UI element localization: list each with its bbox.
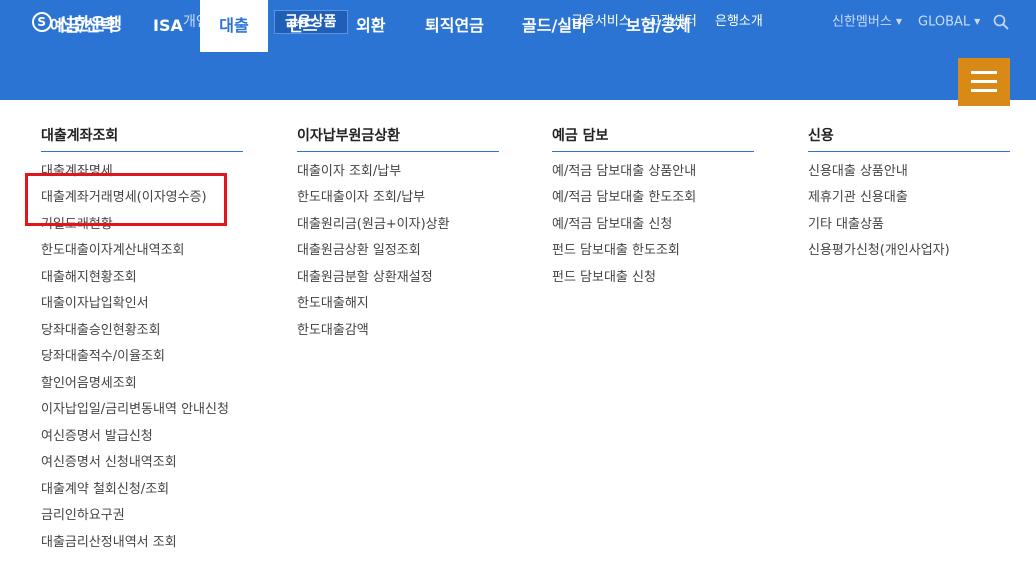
- nav-fund[interactable]: 펀드: [288, 0, 317, 52]
- menu-link[interactable]: 신용평가신청(개인사업자): [808, 242, 950, 260]
- shinhan-logo-mark-icon: S: [32, 12, 52, 32]
- link-bank-intro[interactable]: 은행소개: [715, 13, 763, 31]
- divider: [808, 151, 1010, 152]
- highlight-annotation-box: [25, 173, 227, 226]
- menu-link[interactable]: 한도대출이자 조회/납부: [297, 189, 425, 207]
- menu-button[interactable]: [958, 58, 1010, 106]
- menu-link[interactable]: 대출금리산정내역서 조회: [41, 534, 177, 552]
- nav-forex[interactable]: 외환: [356, 0, 385, 52]
- main-nav: [0, 48, 1036, 100]
- menu-link[interactable]: 금리인하요구권: [41, 507, 125, 525]
- members-dropdown[interactable]: 신한멤버스 ▼: [832, 13, 902, 32]
- menu-link[interactable]: 대출해지현황조회: [41, 269, 137, 287]
- col-title-deposit-collateral: 예금 담보: [552, 128, 609, 144]
- menu-link[interactable]: 여신증명서 발급신청: [41, 428, 153, 446]
- menu-link[interactable]: 기타 대출상품: [808, 216, 884, 234]
- menu-link[interactable]: 대출원금상환 일정조회: [297, 242, 421, 260]
- members-label: 신한멤버스: [832, 14, 892, 30]
- menu-link[interactable]: 대출이자 조회/납부: [297, 163, 401, 181]
- menu-link[interactable]: 펀드 담보대출 신청: [552, 269, 656, 287]
- nav-isa[interactable]: ISA: [153, 0, 183, 52]
- menu-link[interactable]: 대출원금분할 상환재설정: [297, 269, 433, 287]
- menu-link[interactable]: 예/적금 담보대출 상품안내: [552, 163, 696, 181]
- menu-link[interactable]: 대출이자납입확인서: [41, 295, 149, 313]
- menu-link[interactable]: 제휴기관 신용대출: [808, 189, 908, 207]
- menu-link[interactable]: 한도대출해지: [297, 295, 369, 313]
- menu-link[interactable]: 여신증명서 신청내역조회: [41, 454, 177, 472]
- menu-link[interactable]: 당좌대출적수/이율조회: [41, 348, 165, 366]
- menu-link[interactable]: 할인어음명세조회: [41, 375, 137, 393]
- menu-link[interactable]: 대출원리금(원금+이자)상환: [297, 216, 450, 234]
- global-dropdown[interactable]: GLOBAL ▼: [918, 13, 980, 32]
- nav-gold-silver[interactable]: 골드/실버: [522, 0, 587, 52]
- menu-link[interactable]: 한도대출감액: [297, 322, 369, 340]
- nav-retirement-pension[interactable]: 퇴직연금: [425, 0, 484, 52]
- nav-loan[interactable]: 대출: [200, 0, 268, 52]
- menu-link[interactable]: 펀드 담보대출 한도조회: [552, 242, 680, 260]
- menu-link[interactable]: 대출계약 철회신청/조회: [41, 481, 169, 499]
- menu-link[interactable]: 예/적금 담보대출 한도조회: [552, 189, 696, 207]
- menu-link[interactable]: 신용대출 상품안내: [808, 163, 908, 181]
- menu-link[interactable]: 이자납입일/금리변동내역 안내신청: [41, 401, 229, 419]
- menu-link[interactable]: 당좌대출승인현황조회: [41, 322, 161, 340]
- divider: [41, 151, 243, 152]
- col-title-credit: 신용: [808, 128, 834, 144]
- chevron-down-icon: ▼: [974, 17, 981, 26]
- hamburger-icon: [971, 71, 997, 74]
- chevron-down-icon: ▼: [895, 17, 902, 26]
- col-title-loan-account: 대출계좌조회: [41, 128, 119, 144]
- menu-link[interactable]: 예/적금 담보대출 신청: [552, 216, 672, 234]
- divider: [552, 151, 754, 152]
- menu-link[interactable]: 한도대출이자계산내역조회: [41, 242, 185, 260]
- hamburger-icon: [971, 80, 997, 83]
- col-title-interest-repayment: 이자납부원금상환: [297, 128, 401, 144]
- nav-deposit-trust[interactable]: 예금/신탁: [50, 0, 115, 52]
- divider: [297, 151, 499, 152]
- search-icon[interactable]: [993, 14, 1009, 30]
- hamburger-icon: [971, 89, 997, 92]
- global-label: GLOBAL: [918, 14, 971, 30]
- nav-insurance[interactable]: 보험/공제: [626, 0, 691, 52]
